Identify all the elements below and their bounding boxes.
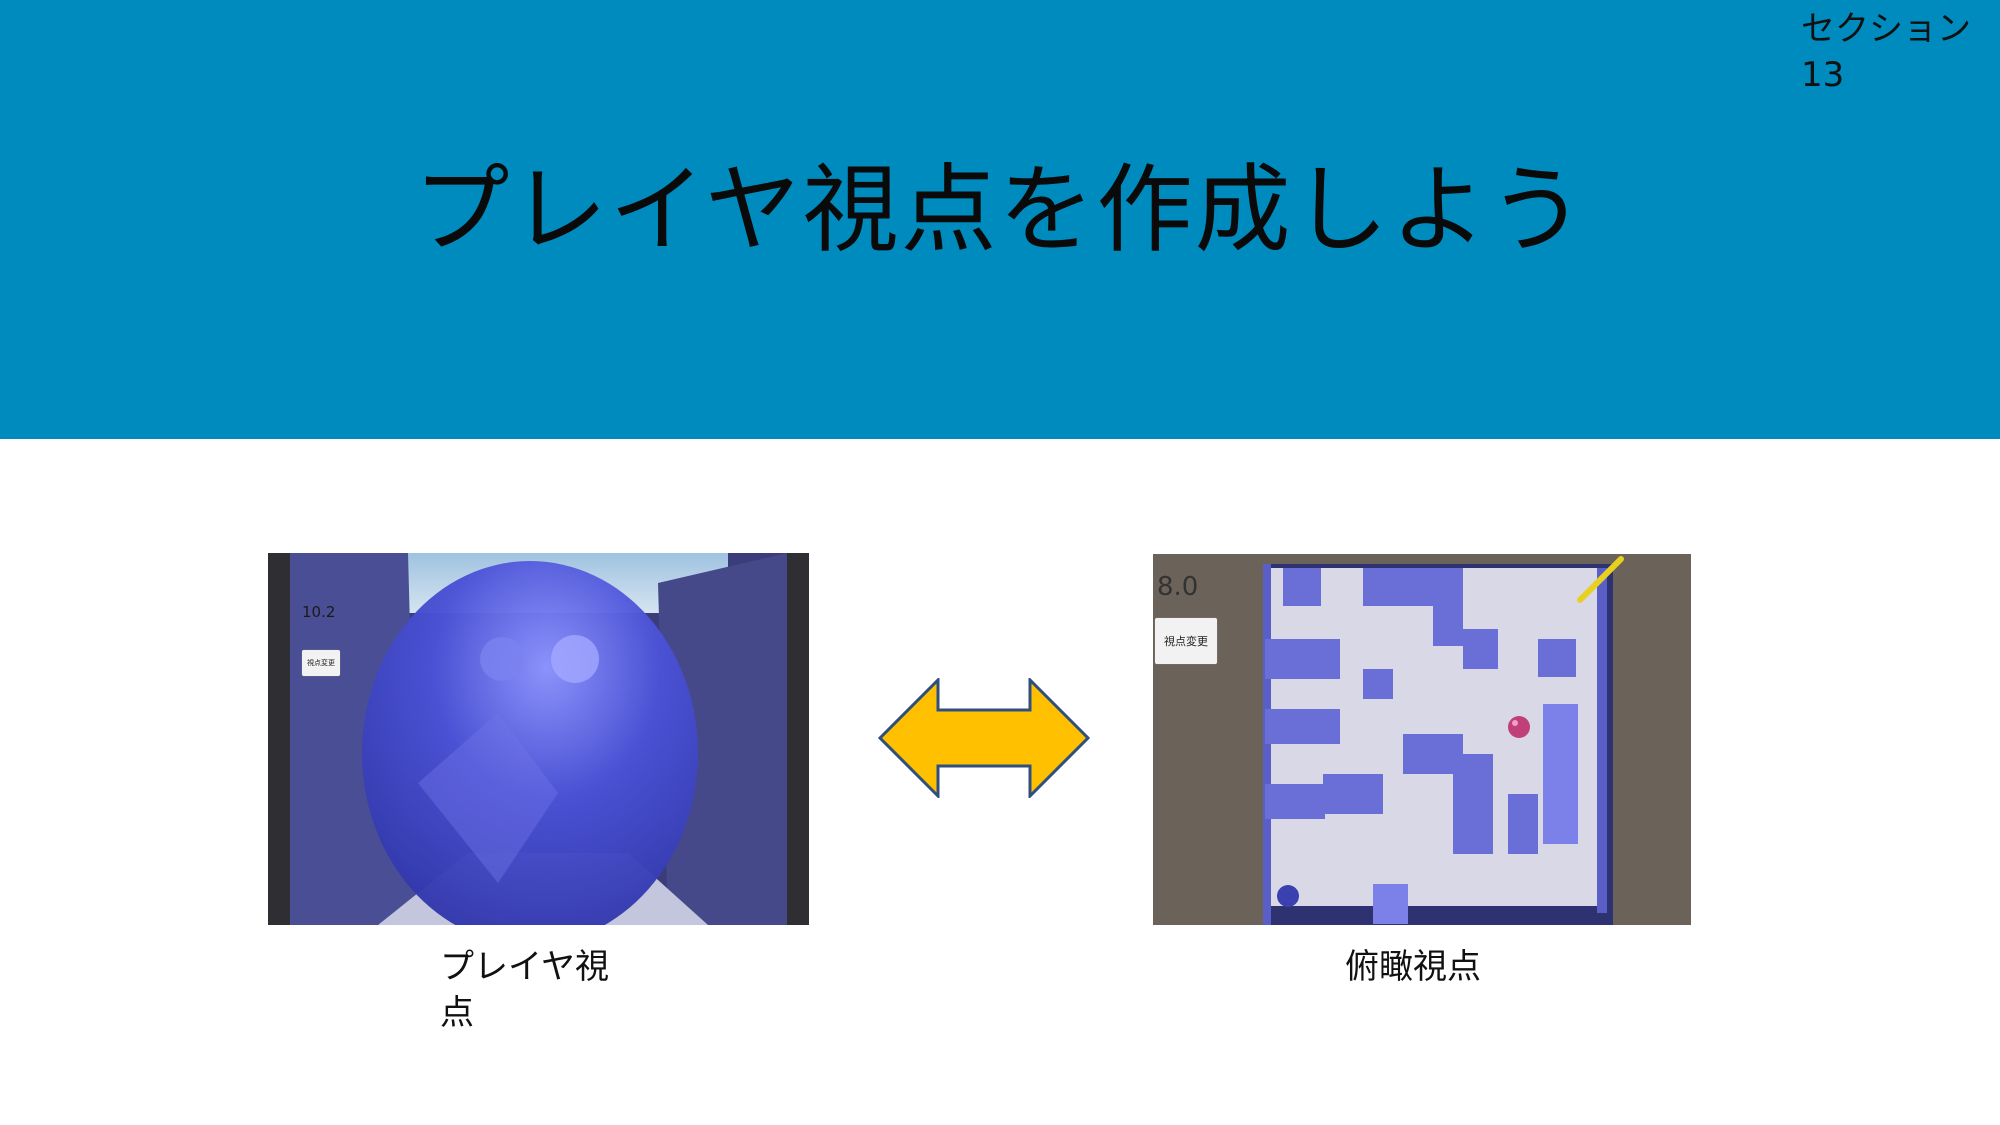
section-label: セクション 13 (1801, 9, 1971, 95)
player-view-caption: プレイヤ視点 (440, 947, 609, 1033)
view-change-button[interactable]: 視点変更 (302, 650, 340, 676)
view-change-button[interactable]: 視点変更 (1155, 618, 1217, 664)
top-down-view-caption: 俯瞰視点 (1345, 947, 1481, 987)
header-band: セクション 13 プレイヤ視点を作成しよう (0, 0, 2000, 439)
timer-text: 10.2 (302, 603, 336, 621)
player-view-screenshot: 10.2 視点変更 (268, 553, 809, 925)
timer-text: 8.0 (1157, 572, 1199, 602)
top-down-view-screenshot: 8.0 視点変更 (1153, 554, 1691, 925)
double-arrow-icon (878, 678, 1090, 798)
page-title: プレイヤ視点を作成しよう (413, 154, 1587, 266)
top-down-maze-icon (1153, 554, 1691, 925)
player-view-ball-icon (268, 553, 809, 925)
